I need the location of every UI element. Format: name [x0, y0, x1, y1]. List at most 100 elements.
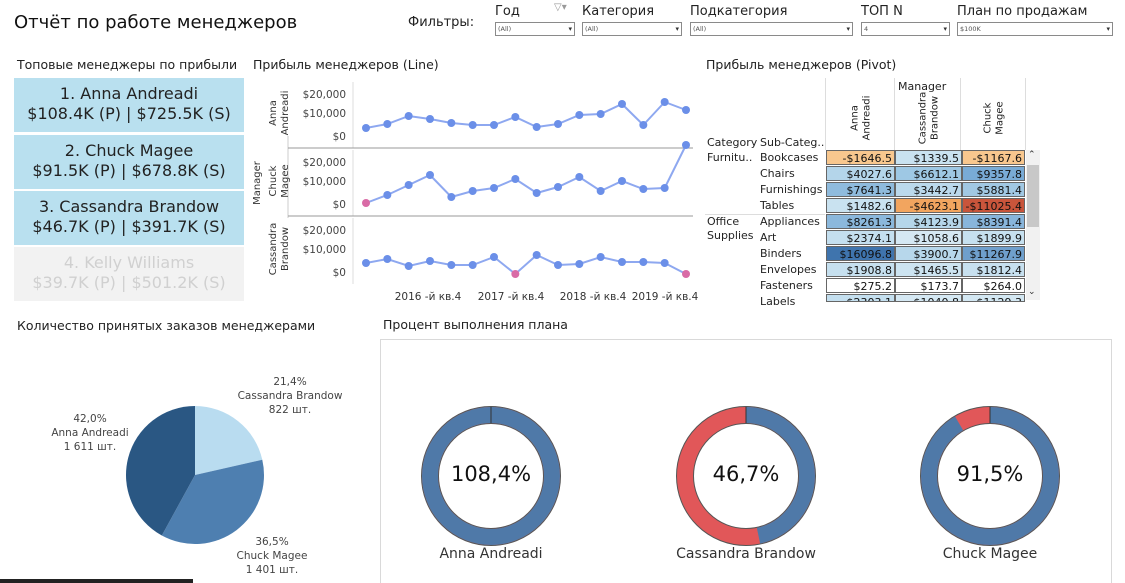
line-point[interactable]	[618, 100, 626, 108]
pivot-cell[interactable]: $6612.1	[895, 166, 962, 181]
line-point[interactable]	[383, 191, 392, 199]
filter-topn-select[interactable]: 4 ▾	[861, 22, 950, 36]
pivot-subcategory: Binders	[760, 247, 802, 260]
line-point[interactable]	[404, 181, 413, 189]
line-point[interactable]	[490, 184, 498, 192]
filter-category-select[interactable]: (All) ▾	[582, 22, 682, 36]
pivot-cell[interactable]: $275.2	[826, 278, 895, 293]
line-point[interactable]	[447, 193, 456, 201]
pivot-cell[interactable]: -$4623.1	[895, 198, 962, 213]
line-point[interactable]	[511, 175, 520, 183]
line-point[interactable]	[682, 270, 690, 278]
chevron-down-icon[interactable]: ⌄	[1028, 287, 1036, 297]
line-point[interactable]	[362, 199, 370, 207]
manager-card[interactable]: 4. Kelly Williams $39.7K (P) | $501.2K (S…	[14, 247, 244, 301]
line-point[interactable]	[532, 189, 541, 197]
pivot-manager-header: Cassandra Brandow	[895, 90, 962, 148]
pivot-cell[interactable]: $264.0	[962, 278, 1025, 293]
pivot-cell[interactable]: $2303.1	[826, 294, 895, 302]
line-point[interactable]	[468, 121, 477, 129]
line-point[interactable]	[532, 251, 541, 259]
pivot-cell[interactable]: $7641.3	[826, 182, 895, 197]
line-point[interactable]	[404, 262, 413, 270]
pivot-cell[interactable]: $1899.9	[962, 230, 1025, 245]
line-point[interactable]	[618, 258, 626, 266]
y-tick-label: $0	[333, 267, 346, 279]
pivot-cell[interactable]: $1465.5	[895, 262, 962, 277]
pivot-cell[interactable]: $173.7	[895, 278, 962, 293]
pivot-cell[interactable]: $4123.9	[895, 214, 962, 229]
pivot-cell[interactable]: $1908.8	[826, 262, 895, 277]
line-point[interactable]	[575, 260, 584, 268]
pivot-cell[interactable]: $1058.6	[895, 230, 962, 245]
pivot-cell[interactable]: $1129.3	[962, 294, 1025, 302]
manager-card[interactable]: 2. Chuck Magee $91.5K (P) | $678.8K (S)	[14, 135, 244, 189]
line-point[interactable]	[447, 119, 456, 127]
line-point[interactable]	[639, 185, 648, 193]
line-point[interactable]	[596, 253, 605, 261]
pivot-manager-name-part: Magee	[994, 101, 1005, 135]
pivot-cell[interactable]: $8391.4	[962, 214, 1025, 229]
line-point[interactable]	[362, 124, 370, 132]
line-point[interactable]	[468, 187, 477, 195]
line-point[interactable]	[618, 177, 626, 185]
line-point[interactable]	[554, 261, 562, 269]
pivot-scroll-thumb[interactable]	[1027, 165, 1039, 227]
filter-year-select[interactable]: (All) ▾	[495, 22, 575, 36]
pie-label-cassandra: 21,4% Cassandra Brandow 822 шт.	[237, 376, 343, 416]
pivot-cell[interactable]: $3442.7	[895, 182, 962, 197]
line-point[interactable]	[596, 187, 605, 195]
line-point[interactable]	[362, 259, 370, 267]
pivot-cell[interactable]: -$1646.5	[826, 150, 895, 165]
pivot-cell[interactable]: $11267.9	[962, 246, 1025, 261]
manager-card[interactable]: 3. Cassandra Brandow $46.7K (P) | $391.7K…	[14, 191, 244, 245]
pivot-cell[interactable]: $8261.3	[826, 214, 895, 229]
pivot-cell[interactable]: -$11025.4	[962, 198, 1025, 213]
line-point[interactable]	[511, 270, 520, 278]
line-point[interactable]	[596, 110, 605, 118]
scroll-bar[interactable]	[0, 579, 193, 583]
line-point[interactable]	[404, 112, 413, 120]
pivot-cell[interactable]: $1812.4	[962, 262, 1025, 277]
pivot-cell[interactable]: $1339.5	[895, 150, 962, 165]
pivot-cell[interactable]: $1482.6	[826, 198, 895, 213]
line-point[interactable]	[682, 141, 690, 149]
line-series	[365, 144, 687, 204]
orders-title: Количество принятых заказов менеджерами	[17, 318, 316, 333]
line-point[interactable]	[660, 98, 669, 106]
line-point[interactable]	[511, 113, 520, 121]
line-point[interactable]	[639, 121, 648, 129]
pivot-cell[interactable]: $5881.4	[962, 182, 1025, 197]
pivot-cell[interactable]: $16096.8	[826, 246, 895, 261]
pivot-cell[interactable]: -$1167.6	[962, 150, 1025, 165]
manager-card[interactable]: 1. Anna Andreadi $108.4K (P) | $725.5K (S…	[14, 78, 244, 132]
line-point[interactable]	[426, 115, 434, 123]
line-point[interactable]	[554, 183, 562, 191]
line-point[interactable]	[426, 171, 434, 179]
line-point[interactable]	[490, 121, 498, 129]
pivot-cell[interactable]: $1040.8	[895, 294, 962, 302]
filter-sales-plan-select[interactable]: $100K ▾	[957, 22, 1113, 36]
pivot-cell[interactable]: $9357.8	[962, 166, 1025, 181]
line-point[interactable]	[490, 253, 498, 261]
line-point[interactable]	[660, 259, 669, 267]
line-point[interactable]	[532, 123, 541, 131]
line-point[interactable]	[575, 173, 584, 181]
filters-label: Фильтры:	[408, 15, 475, 30]
pivot-cell[interactable]: $3900.7	[895, 246, 962, 261]
filter-subcategory-select[interactable]: (All) ▾	[690, 22, 853, 36]
line-point[interactable]	[383, 255, 392, 263]
line-point[interactable]	[660, 184, 669, 192]
pivot-cell[interactable]: $4027.6	[826, 166, 895, 181]
line-point[interactable]	[639, 258, 648, 266]
line-point[interactable]	[426, 257, 434, 265]
line-point[interactable]	[468, 261, 477, 269]
chevron-up-icon[interactable]: ⌃	[1028, 150, 1036, 160]
line-point[interactable]	[575, 111, 584, 119]
line-point[interactable]	[383, 120, 392, 128]
pivot-cell[interactable]: $2374.1	[826, 230, 895, 245]
line-point[interactable]	[682, 106, 690, 114]
pivot-subcategory: Appliances	[760, 215, 820, 228]
line-point[interactable]	[447, 261, 456, 269]
line-point[interactable]	[554, 120, 562, 128]
